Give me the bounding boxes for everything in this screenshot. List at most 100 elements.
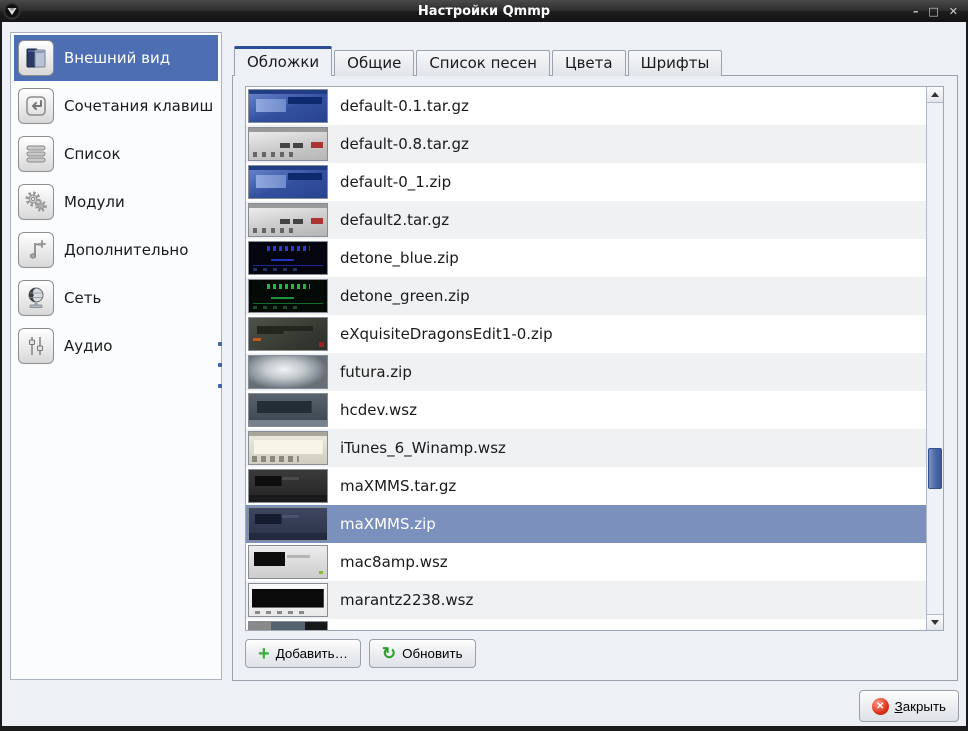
settings-window: Настройки Qmmp – □ ✕ Внешний вид <box>0 0 968 731</box>
skin-list-item[interactable] <box>246 619 926 630</box>
tab-fonts[interactable]: Шрифты <box>628 50 723 76</box>
sidebar-item-plugins[interactable]: Модули <box>14 179 218 225</box>
skin-name: iTunes_6_Winamp.wsz <box>328 439 506 457</box>
skin-thumbnail <box>248 317 328 351</box>
skin-thumbnail <box>248 127 328 161</box>
list-actions: + Добавить… ↻ Обновить <box>245 639 476 668</box>
qmmp-logo-icon <box>3 2 21 20</box>
skin-list-item[interactable]: futura.zip <box>246 353 926 391</box>
misc-icon <box>18 232 54 268</box>
skin-thumbnail <box>248 621 328 630</box>
close-window-button[interactable]: ✕ <box>949 6 958 17</box>
minimize-button[interactable]: – <box>913 6 919 17</box>
scroll-up-icon <box>931 92 939 97</box>
skin-rows: default-0.1.tar.gz default-0.8.tar.gz de… <box>246 87 926 630</box>
skin-thumbnail <box>248 203 328 237</box>
maximize-button[interactable]: □ <box>928 6 938 17</box>
skin-name: hcdev.wsz <box>328 401 417 419</box>
sidebar-item-network[interactable]: Сеть <box>14 275 218 321</box>
skin-name: maXMMS.zip <box>328 515 436 533</box>
skin-thumbnail <box>248 279 328 313</box>
add-skin-label: Добавить… <box>276 646 348 661</box>
tab-song-list[interactable]: Список песен <box>416 50 550 76</box>
skin-list-item[interactable]: detone_green.zip <box>246 277 926 315</box>
close-dialog-label: Закрыть <box>895 699 946 714</box>
skin-name: maXMMS.tar.gz <box>328 477 456 495</box>
skin-list-item[interactable]: eXquisiteDragonsEdit1-0.zip <box>246 315 926 353</box>
skin-list-item[interactable]: mac8amp.wsz <box>246 543 926 581</box>
sidebar-item-label: Внешний вид <box>64 49 170 67</box>
skin-list-item[interactable]: default-0.1.tar.gz <box>246 87 926 125</box>
sidebar-item-label: Аудио <box>64 337 112 355</box>
titlebar[interactable]: Настройки Qmmp – □ ✕ <box>0 0 968 22</box>
sidebar-item-label: Сочетания клавиш <box>64 97 213 115</box>
refresh-skins-button[interactable]: ↻ Обновить <box>369 639 476 668</box>
category-sidebar: Внешний вид Сочетания клавиш <box>10 32 222 680</box>
scroll-down-button[interactable] <box>927 614 943 630</box>
skins-tab-pane: default-0.1.tar.gz default-0.8.tar.gz de… <box>232 75 958 681</box>
sidebar-item-appearance[interactable]: Внешний вид <box>14 35 218 81</box>
splitter-dot <box>218 384 222 388</box>
splitter-dot <box>218 363 222 367</box>
skin-list-item[interactable]: default2.tar.gz <box>246 201 926 239</box>
dialog-body: Внешний вид Сочетания клавиш <box>2 22 966 726</box>
skin-list-item[interactable]: marantz2238.wsz <box>246 581 926 619</box>
skin-list-item[interactable]: detone_blue.zip <box>246 239 926 277</box>
add-skin-button[interactable]: + Добавить… <box>245 639 361 668</box>
network-icon <box>18 280 54 316</box>
audio-icon <box>18 328 54 364</box>
skin-list-item[interactable]: hcdev.wsz <box>246 391 926 429</box>
appearance-tabbar: Обложки Общие Список песен Цвета Шрифты <box>234 46 724 76</box>
skin-thumbnail <box>248 241 328 275</box>
splitter-dot <box>218 342 222 346</box>
skin-name: default-0.1.tar.gz <box>328 97 469 115</box>
scrollbar-thumb[interactable] <box>928 448 942 489</box>
skin-list-item[interactable]: default-0_1.zip <box>246 163 926 201</box>
skin-thumbnail <box>248 431 328 465</box>
skin-thumbnail <box>248 165 328 199</box>
skin-list-item[interactable]: iTunes_6_Winamp.wsz <box>246 429 926 467</box>
skin-name: futura.zip <box>328 363 412 381</box>
list-scrollbar[interactable] <box>926 87 943 630</box>
window-title: Настройки Qmmp <box>0 4 968 19</box>
sidebar-item-label: Модули <box>64 193 125 211</box>
tab-general[interactable]: Общие <box>334 50 414 76</box>
shortcuts-icon <box>18 88 54 124</box>
scroll-up-button[interactable] <box>927 87 943 103</box>
skin-thumbnail <box>248 89 328 123</box>
playlist-icon <box>18 136 54 172</box>
skin-list: default-0.1.tar.gz default-0.8.tar.gz de… <box>245 86 944 631</box>
close-dialog-button[interactable]: ✕ Закрыть <box>859 690 959 722</box>
sidebar-item-misc[interactable]: Дополнительно <box>14 227 218 273</box>
skin-thumbnail <box>248 469 328 503</box>
sidebar-item-playlist[interactable]: Список <box>14 131 218 177</box>
skin-list-item[interactable]: maXMMS.tar.gz <box>246 467 926 505</box>
skin-name: mac8amp.wsz <box>328 553 448 571</box>
sidebar-item-shortcuts[interactable]: Сочетания клавиш <box>14 83 218 129</box>
sidebar-item-label: Дополнительно <box>64 241 188 259</box>
plus-icon: + <box>258 647 270 661</box>
sidebar-item-label: Сеть <box>64 289 101 307</box>
tab-colors[interactable]: Цвета <box>552 50 626 76</box>
skin-name: marantz2238.wsz <box>328 591 473 609</box>
skin-name: default-0_1.zip <box>328 173 451 191</box>
skin-name: default-0.8.tar.gz <box>328 135 469 153</box>
skin-thumbnail <box>248 355 328 389</box>
sidebar-item-label: Список <box>64 145 121 163</box>
skin-list-item-selected[interactable]: maXMMS.zip <box>246 505 926 543</box>
sidebar-splitter-handle[interactable] <box>216 342 224 388</box>
tab-skins[interactable]: Обложки <box>234 46 332 76</box>
refresh-skins-label: Обновить <box>402 646 462 661</box>
skin-thumbnail <box>248 507 328 541</box>
skin-list-item[interactable]: default-0.8.tar.gz <box>246 125 926 163</box>
close-icon: ✕ <box>872 698 889 715</box>
plugins-icon <box>18 184 54 220</box>
sidebar-item-audio[interactable]: Аудио <box>14 323 218 369</box>
skin-thumbnail <box>248 583 328 617</box>
refresh-icon: ↻ <box>382 646 396 662</box>
scroll-down-icon <box>931 620 939 625</box>
skin-thumbnail <box>248 545 328 579</box>
skin-name: default2.tar.gz <box>328 211 449 229</box>
appearance-icon <box>18 40 54 76</box>
skin-name: detone_blue.zip <box>328 249 459 267</box>
